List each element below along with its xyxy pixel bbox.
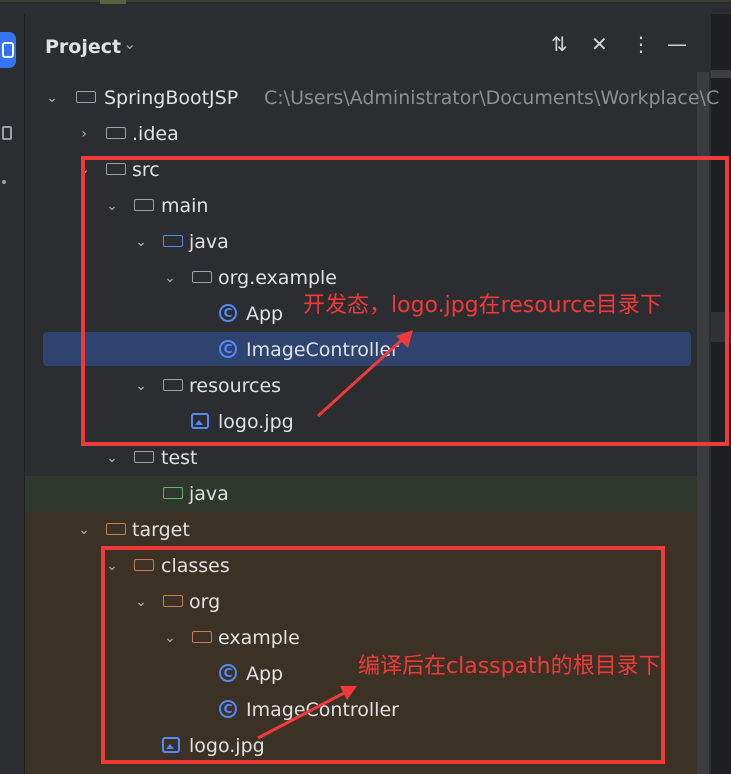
dev-arrow-head xyxy=(396,330,413,348)
build-arrow-line xyxy=(257,690,347,740)
annotation-arrows xyxy=(257,330,413,740)
dev-arrow-line xyxy=(316,336,406,418)
